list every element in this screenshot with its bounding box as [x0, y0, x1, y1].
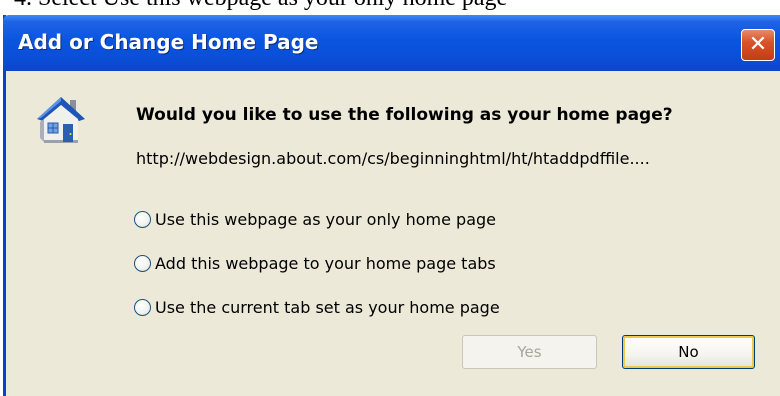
option-add-to-tabs[interactable]: Add this webpage to your home page tabs [134, 251, 496, 275]
no-button[interactable]: No [622, 335, 755, 369]
radio-button[interactable] [134, 254, 151, 272]
yes-button[interactable]: Yes [462, 335, 597, 369]
option-label[interactable]: Use the current tab set as your home pag… [155, 298, 500, 317]
radio-button[interactable] [134, 298, 151, 316]
option-only-home-page[interactable]: Use this webpage as your only home page [134, 207, 496, 231]
option-label[interactable]: Use this webpage as your only home page [155, 210, 496, 229]
title-bar[interactable]: Add or Change Home Page ✕ [3, 15, 780, 71]
option-current-tab-set[interactable]: Use the current tab set as your home pag… [134, 295, 500, 319]
radio-button[interactable] [134, 210, 151, 228]
dialog-title: Add or Change Home Page [18, 30, 319, 54]
question-text: Would you like to use the following as y… [136, 105, 673, 125]
document-step-text: 4. Select Use this webpage as your only … [14, 0, 774, 10]
homepage-url: http://webdesign.about.com/cs/beginningh… [136, 149, 650, 168]
close-icon: ✕ [748, 32, 768, 57]
close-button[interactable]: ✕ [741, 29, 775, 61]
add-change-home-page-dialog: Add or Change Home Page ✕ Would you like… [3, 15, 780, 396]
house-icon [37, 97, 85, 143]
option-label[interactable]: Add this webpage to your home page tabs [155, 254, 496, 273]
